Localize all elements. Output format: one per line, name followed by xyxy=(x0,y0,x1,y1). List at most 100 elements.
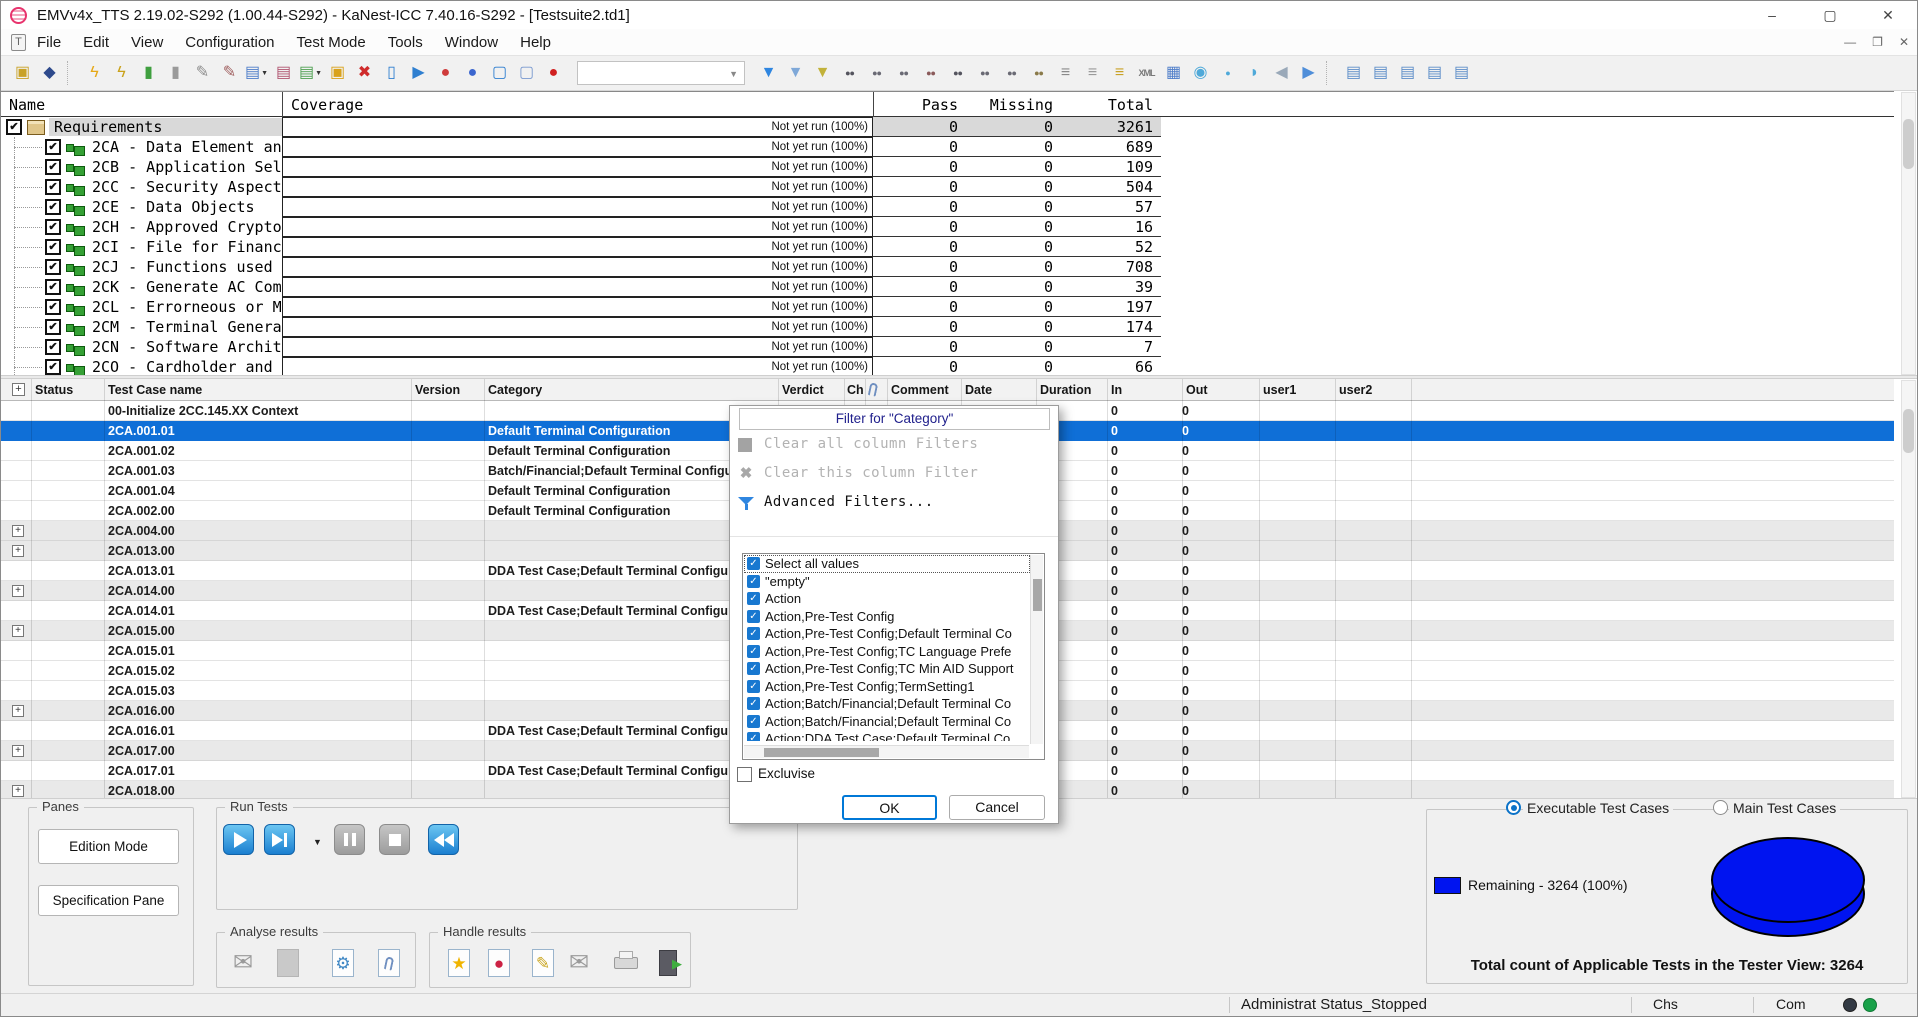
scrollbar-thumb[interactable] xyxy=(764,748,879,757)
run-tests-button[interactable] xyxy=(223,824,254,855)
column-header-in[interactable]: In xyxy=(1111,379,1122,401)
value-checkbox[interactable]: ✓ xyxy=(747,732,760,741)
column-header-pass[interactable]: Pass xyxy=(873,96,958,114)
open-results-icon[interactable]: ▤▼ xyxy=(297,60,324,86)
requirement-row[interactable]: ✔2CN - Software Archit...Not yet run (10… xyxy=(1,337,1894,357)
save-results-icon[interactable]: ▤▼ xyxy=(243,60,270,86)
process-results-icon[interactable]: ⚙ xyxy=(328,947,358,979)
monitor-alt-icon[interactable]: ▢ xyxy=(513,60,540,86)
export-report-5-icon[interactable]: ▤ xyxy=(1448,60,1475,86)
value-checkbox[interactable]: ✓ xyxy=(747,715,760,728)
requirement-row[interactable]: ✔2CA - Data Element an...Not yet run (10… xyxy=(1,137,1894,157)
new-report-icon[interactable]: ★ xyxy=(444,947,474,979)
filter-value-row[interactable]: ✓"empty" xyxy=(744,573,1030,591)
requirement-row[interactable]: ✔2CH - Approved Crypto...Not yet run (10… xyxy=(1,217,1894,237)
filter-value-row[interactable]: ✓Action,Pre-Test Config;Default Terminal… xyxy=(744,625,1030,643)
requirement-name[interactable]: 2CE - Data Objects xyxy=(87,198,260,216)
requirement-name[interactable]: 2CL - Errorneous or M... xyxy=(87,298,314,316)
requirement-name[interactable]: 2CA - Data Element an... xyxy=(87,138,314,156)
connect-reader-icon[interactable]: ▮ xyxy=(135,60,162,86)
requirement-checkbox[interactable]: ✔ xyxy=(45,259,61,275)
column-header-missing[interactable]: Missing xyxy=(966,96,1053,114)
certify-results-icon[interactable]: ● xyxy=(484,947,514,979)
save-results-alt-icon[interactable]: ▤ xyxy=(270,60,297,86)
menu-tools[interactable]: Tools xyxy=(377,34,434,51)
filter-value-row[interactable]: ✓Action,Pre-Test Config;TermSetting1 xyxy=(744,678,1030,696)
column-header-coverage[interactable]: Coverage xyxy=(291,96,363,114)
mdi-close-button[interactable]: ✕ xyxy=(1899,35,1909,49)
expand-row-icon[interactable]: + xyxy=(12,585,24,597)
report-log-icon[interactable]: ● xyxy=(459,60,486,86)
filter-menu-advanced-filters-[interactable]: Advanced Filters... xyxy=(730,492,1058,514)
mdi-minimize-button[interactable]: — xyxy=(1844,35,1856,49)
run-card-lightning-icon[interactable]: ϟ xyxy=(108,60,135,86)
export-report-2-icon[interactable]: ▤ xyxy=(1367,60,1394,86)
expand-row-icon[interactable]: + xyxy=(12,525,24,537)
mail-report-icon[interactable]: ✉ xyxy=(564,947,594,979)
list-report-icon[interactable]: ≡ xyxy=(1079,60,1106,86)
archive-results-icon[interactable]: ▶ xyxy=(654,947,684,979)
requirement-name[interactable]: 2CN - Software Archit... xyxy=(87,338,314,356)
find-next-icon[interactable]: ●● xyxy=(863,60,890,86)
water-config-icon[interactable]: ◉ xyxy=(1187,60,1214,86)
requirement-checkbox[interactable]: ✔ xyxy=(45,179,61,195)
column-header-status[interactable]: Status xyxy=(35,379,73,401)
menu-file[interactable]: File xyxy=(26,34,72,51)
close-button[interactable]: ✕ xyxy=(1859,1,1917,29)
requirement-checkbox[interactable]: ✔ xyxy=(45,359,61,375)
requirement-name[interactable]: 2CJ - Functions used ... xyxy=(87,258,314,276)
export-mail-icon[interactable]: ✉ xyxy=(228,947,258,979)
filter-value-row[interactable]: ✓Action;Batch/Financial;Default Terminal… xyxy=(744,713,1030,731)
list-export-icon[interactable]: ≡ xyxy=(1106,60,1133,86)
filter-list-hscrollbar[interactable] xyxy=(744,745,1029,758)
pause-window-icon[interactable]: ▯ xyxy=(378,60,405,86)
requirement-name[interactable]: Requirements xyxy=(49,118,282,136)
column-header-testcase[interactable]: Test Case name xyxy=(108,379,202,401)
stop-cherry-icon[interactable]: ● xyxy=(540,60,567,86)
droplet-icon[interactable]: ● xyxy=(1214,60,1241,86)
requirement-row[interactable]: ✔2CJ - Functions used ...Not yet run (10… xyxy=(1,257,1894,277)
filter-icon[interactable]: ▼ xyxy=(755,60,782,86)
export-report-3-icon[interactable]: ▤ xyxy=(1394,60,1421,86)
save-workspace-icon[interactable]: ◆ xyxy=(36,60,63,86)
requirement-row[interactable]: ✔2CM - Terminal Genera...Not yet run (10… xyxy=(1,317,1894,337)
requirement-row[interactable]: ✔2CK - Generate AC Com...Not yet run (10… xyxy=(1,277,1894,297)
find-marked-icon[interactable]: ●● xyxy=(1025,60,1052,86)
requirement-row[interactable]: ✔2CB - Application Sel...Not yet run (10… xyxy=(1,157,1894,177)
export-report-4-icon[interactable]: ▤ xyxy=(1421,60,1448,86)
edition-mode-button[interactable]: Edition Mode xyxy=(38,829,179,864)
paperclip-icon[interactable] xyxy=(868,382,879,396)
requirement-checkbox[interactable]: ✔ xyxy=(45,299,61,315)
menu-configuration[interactable]: Configuration xyxy=(174,34,285,51)
run-to-end-button[interactable] xyxy=(264,824,295,855)
menu-help[interactable]: Help xyxy=(509,34,562,51)
test-table-scrollbar[interactable] xyxy=(1901,380,1916,798)
chevron-down-icon[interactable]: ▼ xyxy=(315,70,322,77)
error-log-icon[interactable]: ● xyxy=(432,60,459,86)
expand-row-icon[interactable]: + xyxy=(12,785,24,797)
find-all-icon[interactable]: ●● xyxy=(971,60,998,86)
scrollbar-thumb[interactable] xyxy=(1903,409,1914,453)
main-test-cases-radio[interactable] xyxy=(1713,800,1728,815)
menu-window[interactable]: Window xyxy=(434,34,509,51)
column-header-comment[interactable]: Comment xyxy=(891,379,949,401)
value-checkbox[interactable]: ✓ xyxy=(747,697,760,710)
filter-value-row[interactable]: ✓Select all values xyxy=(744,555,1030,573)
find-tagged-icon[interactable]: ●● xyxy=(998,60,1025,86)
requirement-row[interactable]: ✔2CO - Cardholder andNot yet run (100%)0… xyxy=(1,357,1894,375)
mdi-restore-button[interactable]: ❐ xyxy=(1872,35,1883,49)
value-checkbox[interactable]: ✓ xyxy=(747,575,760,588)
requirement-checkbox[interactable]: ✔ xyxy=(45,159,61,175)
column-header-name[interactable]: Name xyxy=(9,96,45,114)
find-failed-icon[interactable]: ●● xyxy=(917,60,944,86)
requirement-name[interactable]: 2CI - File for Financ... xyxy=(87,238,314,256)
toolbar-combobox[interactable]: ▼ xyxy=(577,61,745,85)
print-report-icon[interactable] xyxy=(611,947,641,979)
requirement-checkbox[interactable]: ✔ xyxy=(45,219,61,235)
requirement-name[interactable]: 2CB - Application Sel... xyxy=(87,158,314,176)
executable-test-cases-radio[interactable] xyxy=(1506,800,1521,815)
requirement-name[interactable]: 2CC - Security Aspects xyxy=(87,178,296,196)
stop-button[interactable] xyxy=(379,824,410,855)
requirement-checkbox[interactable]: ✔ xyxy=(45,199,61,215)
requirement-name[interactable]: 2CK - Generate AC Com... xyxy=(87,278,314,296)
